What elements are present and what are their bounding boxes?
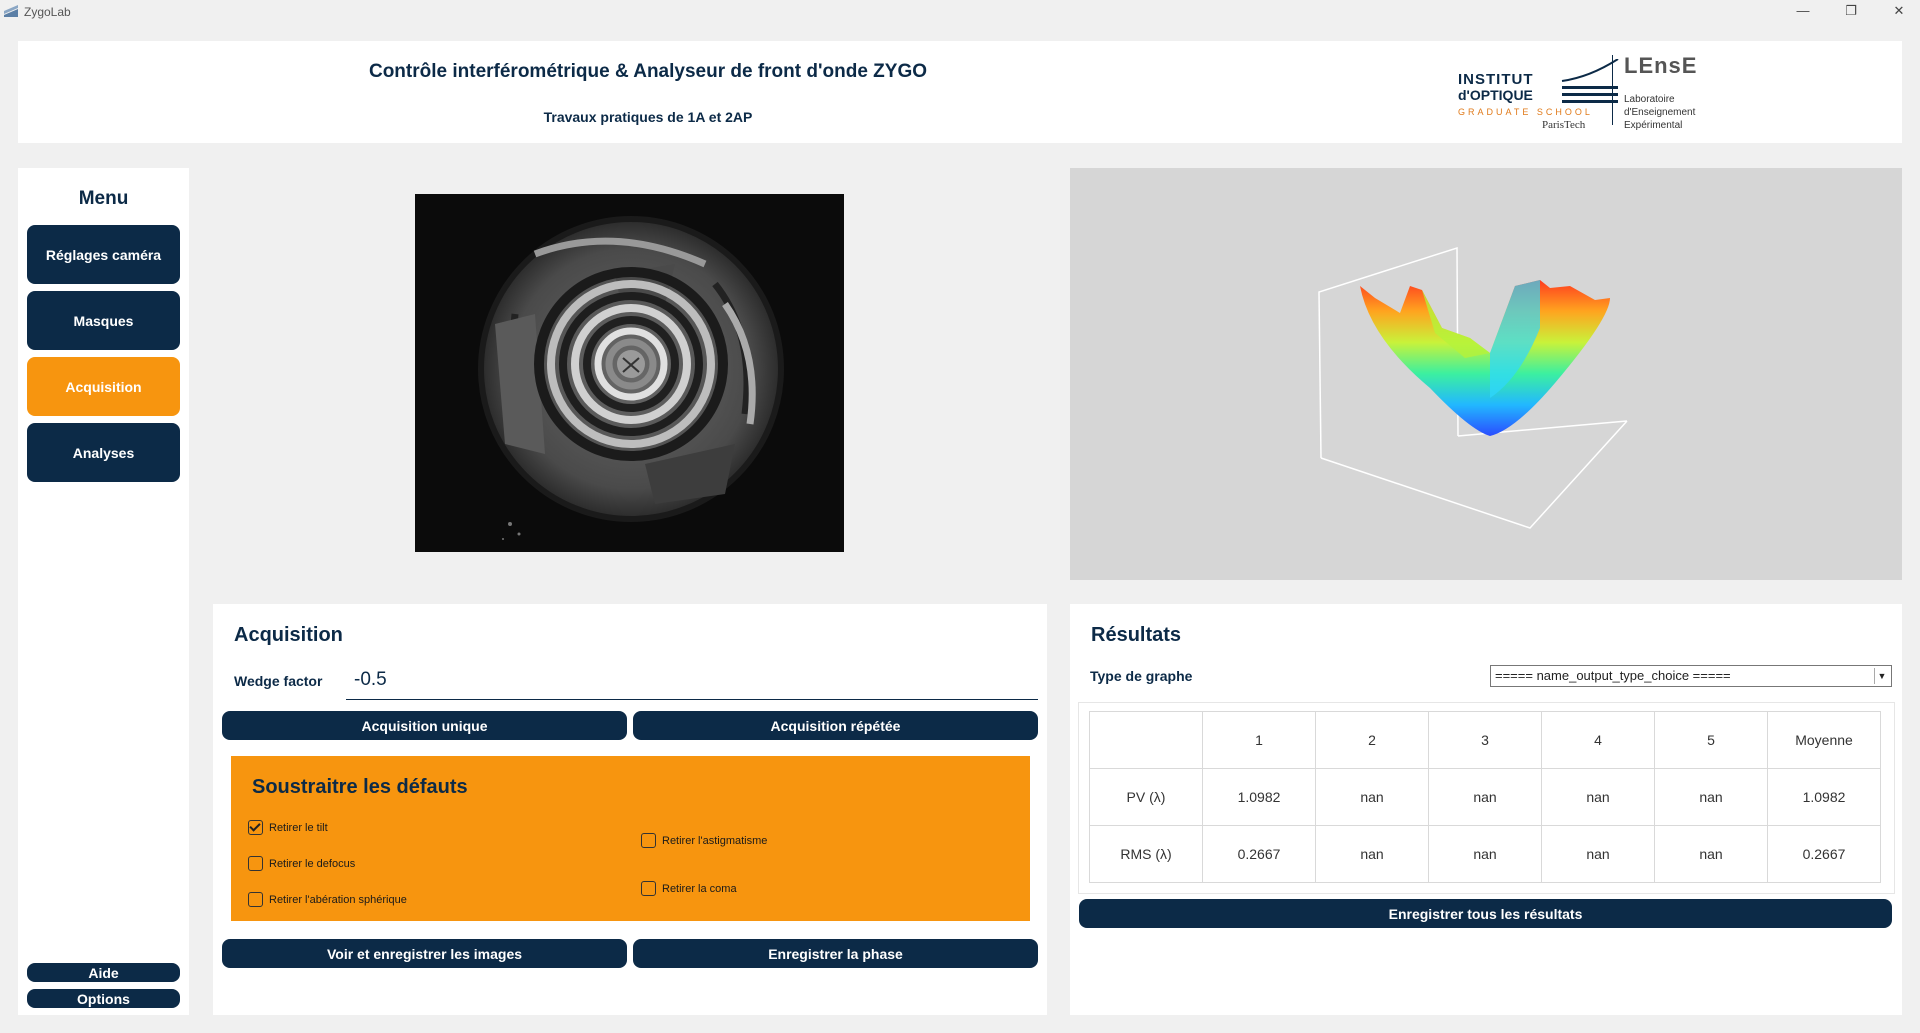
- sidebar-item-masks[interactable]: Masques: [27, 291, 180, 350]
- table-row: RMS (λ) 0.2667 nan nan nan nan 0.2667: [1089, 825, 1881, 883]
- page-subtitle: Travaux pratiques de 1A et 2AP: [543, 109, 753, 125]
- window-title: ZygoLab: [24, 5, 71, 19]
- acquisition-panel: Acquisition Wedge factor -0.5 Acquisitio…: [213, 604, 1047, 1015]
- subtract-defects-box: Soustraitre les défauts Retirer le tilt …: [231, 756, 1030, 921]
- iogs-logo-line3: GRADUATE SCHOOL: [1458, 107, 1593, 117]
- wavefront-surface: [1318, 246, 1628, 529]
- chevron-down-icon[interactable]: ▼: [1874, 668, 1889, 684]
- table-cell: RMS (λ): [1089, 825, 1203, 883]
- lense-logo-line2: d'Enseignement: [1624, 107, 1696, 118]
- iogs-logo-line1: INSTITUT: [1458, 71, 1534, 88]
- app-header: Contrôle interférométrique & Analyseur d…: [18, 41, 1902, 143]
- single-acquisition-button[interactable]: Acquisition unique: [222, 711, 627, 740]
- interferogram-image: [415, 194, 844, 552]
- table-cell: nan: [1541, 825, 1655, 883]
- checkbox-icon[interactable]: [641, 833, 656, 848]
- table-cell: nan: [1315, 768, 1429, 826]
- restore-button[interactable]: ❐: [1836, 2, 1866, 20]
- camera-image: [415, 194, 844, 552]
- table-header-cell: [1089, 711, 1203, 769]
- close-button[interactable]: ✕: [1884, 2, 1914, 20]
- remove-defocus-checkbox[interactable]: Retirer le defocus: [248, 856, 355, 871]
- table-cell: 1.0982: [1202, 768, 1316, 826]
- remove-spherical-aberration-checkbox[interactable]: Retirer l'abération sphérique: [248, 892, 407, 907]
- sidebar-item-analyses[interactable]: Analyses: [27, 423, 180, 482]
- checkbox-icon[interactable]: [248, 856, 263, 871]
- results-title: Résultats: [1091, 624, 1182, 646]
- checkbox-icon[interactable]: [248, 892, 263, 907]
- sidebar-item-acquisition[interactable]: Acquisition: [27, 357, 180, 416]
- remove-tilt-checkbox[interactable]: Retirer le tilt: [248, 820, 328, 835]
- sidebar-menu: Menu Réglages caméra Masques Acquisition…: [18, 168, 189, 1015]
- table-row: PV (λ) 1.0982 nan nan nan nan 1.0982: [1089, 768, 1881, 826]
- table-cell: nan: [1541, 768, 1655, 826]
- minimize-button[interactable]: —: [1788, 2, 1818, 20]
- table-header-row: 1 2 3 4 5 Moyenne: [1089, 711, 1881, 769]
- table-header-cell: 1: [1202, 711, 1316, 769]
- remove-astigmatism-label: Retirer l'astigmatisme: [662, 834, 768, 847]
- graph-type-value: ===== name_output_type_choice =====: [1495, 668, 1731, 683]
- options-button[interactable]: Options: [27, 989, 180, 1008]
- lense-logo-name: LEnsE: [1624, 53, 1698, 78]
- graph-type-select[interactable]: ===== name_output_type_choice ===== ▼: [1490, 665, 1892, 687]
- page-title: Contrôle interférométrique & Analyseur d…: [368, 61, 928, 82]
- table-header-cell: 4: [1541, 711, 1655, 769]
- checkbox-icon[interactable]: [248, 820, 263, 835]
- save-all-results-button[interactable]: Enregistrer tous les résultats: [1079, 899, 1892, 928]
- table-cell: PV (λ): [1089, 768, 1203, 826]
- remove-defocus-label: Retirer le defocus: [269, 857, 356, 870]
- wavefront-3d-plot: [1070, 168, 1902, 580]
- table-header-cell: 2: [1315, 711, 1429, 769]
- table-cell: 0.2667: [1767, 825, 1881, 883]
- wedge-factor-label: Wedge factor: [234, 673, 323, 689]
- table-cell: nan: [1428, 825, 1542, 883]
- remove-spherical-aberration-label: Retirer l'abération sphérique: [269, 893, 407, 906]
- acquisition-title: Acquisition: [234, 624, 343, 646]
- iogs-logo-line4: ParisTech: [1542, 119, 1586, 131]
- table-cell: nan: [1654, 825, 1768, 883]
- checkbox-icon[interactable]: [641, 881, 656, 896]
- defects-title: Soustraitre les défauts: [252, 776, 468, 798]
- table-header-cell: 3: [1428, 711, 1542, 769]
- results-panel: Résultats Type de graphe ===== name_outp…: [1070, 604, 1902, 1015]
- table-cell: 0.2667: [1202, 825, 1316, 883]
- table-cell: 1.0982: [1767, 768, 1881, 826]
- lense-logo-text: Laboratoire d'Enseignement Expérimental: [1624, 93, 1695, 132]
- iogs-logo-line2: d'OPTIQUE: [1458, 87, 1533, 103]
- view-save-images-button[interactable]: Voir et enregistrer les images: [222, 939, 627, 968]
- remove-coma-label: Retirer la coma: [662, 882, 737, 895]
- help-button[interactable]: Aide: [27, 963, 180, 982]
- lense-logo-line1: Laboratoire: [1624, 94, 1675, 105]
- table-header-cell: Moyenne: [1767, 711, 1881, 769]
- remove-coma-checkbox[interactable]: Retirer la coma: [641, 881, 737, 896]
- remove-tilt-label: Retirer le tilt: [269, 821, 328, 834]
- menu-title: Menu: [78, 188, 129, 209]
- repeated-acquisition-button[interactable]: Acquisition répétée: [633, 711, 1038, 740]
- lense-logo: LEnsE Laboratoire d'Enseignement Expérim…: [1624, 51, 1734, 131]
- results-table: 1 2 3 4 5 Moyenne PV (λ) 1.0982 nan nan …: [1089, 711, 1881, 883]
- iogs-logo: INSTITUT d'OPTIQUE GRADUATE SCHOOL Paris…: [1458, 53, 1638, 137]
- graph-type-label: Type de graphe: [1090, 668, 1193, 684]
- wedge-factor-input[interactable]: -0.5: [346, 661, 1038, 700]
- lense-logo-line3: Expérimental: [1624, 120, 1683, 131]
- table-cell: nan: [1315, 825, 1429, 883]
- results-table-container: 1 2 3 4 5 Moyenne PV (λ) 1.0982 nan nan …: [1078, 702, 1895, 894]
- table-header-cell: 5: [1654, 711, 1768, 769]
- save-phase-button[interactable]: Enregistrer la phase: [633, 939, 1038, 968]
- table-cell: nan: [1428, 768, 1542, 826]
- window-titlebar: ZygoLab — ❐ ✕: [0, 0, 1920, 24]
- app-icon: [4, 5, 18, 17]
- logo-separator: [1612, 55, 1613, 125]
- table-cell: nan: [1654, 768, 1768, 826]
- remove-astigmatism-checkbox[interactable]: Retirer l'astigmatisme: [641, 833, 767, 848]
- sidebar-item-camera-settings[interactable]: Réglages caméra: [27, 225, 180, 284]
